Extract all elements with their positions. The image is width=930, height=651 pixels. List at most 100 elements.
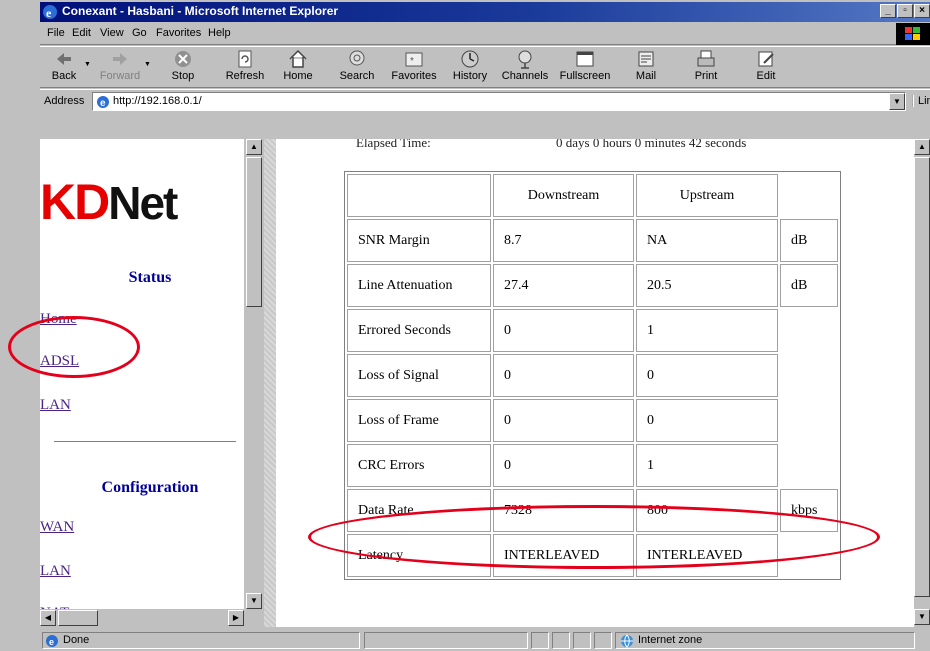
svg-text:*: * <box>410 56 414 67</box>
minimize-button[interactable]: _ <box>880 4 896 18</box>
header-upstream: Upstream <box>636 174 778 217</box>
printer-icon <box>697 50 715 67</box>
stat-label: SNR Margin <box>347 219 491 262</box>
header-cell <box>780 174 838 217</box>
refresh-label: Refresh <box>225 70 265 82</box>
highlight-oval-data-rate <box>308 505 880 569</box>
content-scroll-up-arrow-icon[interactable]: ▲ <box>914 139 930 155</box>
nav-link-lan-status[interactable]: LAN <box>40 397 71 414</box>
refresh-button[interactable]: Refresh <box>222 49 268 87</box>
upstream-value: 0 <box>636 399 778 442</box>
downstream-value: 0 <box>493 354 634 397</box>
history-label: History <box>452 70 488 82</box>
edit-button[interactable]: Edit <box>746 49 786 87</box>
section-divider <box>54 441 236 443</box>
scroll-thumb[interactable] <box>246 157 262 307</box>
stat-label: CRC Errors <box>347 444 491 487</box>
downstream-value: 0 <box>493 309 634 352</box>
status-panel <box>573 632 591 649</box>
status-panel <box>531 632 549 649</box>
menu-file[interactable]: File <box>47 27 65 39</box>
frame-splitter[interactable] <box>264 139 276 627</box>
close-button[interactable]: × <box>914 4 930 18</box>
stat-label: Loss of Signal <box>347 354 491 397</box>
menu-favorites[interactable]: Favorites <box>156 27 201 39</box>
print-button[interactable]: Print <box>686 49 726 87</box>
scroll-left-arrow-icon[interactable]: ◀ <box>40 610 56 626</box>
stat-label: Line Attenuation <box>347 264 491 307</box>
toolbar: Back ▼ Forward ▼ Stop Refresh Home Searc… <box>40 46 930 88</box>
nav-link-lan-config[interactable]: LAN <box>40 563 71 580</box>
scroll-down-arrow-icon[interactable]: ▼ <box>246 593 262 609</box>
address-dropdown-icon[interactable]: ▼ <box>889 93 905 110</box>
forward-dropdown-icon[interactable]: ▼ <box>144 61 151 68</box>
fullscreen-icon <box>576 51 594 67</box>
home-icon <box>289 49 307 68</box>
elapsed-time-label: Elapsed Time: <box>356 139 431 150</box>
table-row: Loss of Frame 0 0 <box>347 399 838 442</box>
nav-horizontal-scrollbar[interactable]: ◀ ▶ <box>40 609 264 627</box>
links-button[interactable]: Links <box>912 95 930 107</box>
unit <box>780 309 838 352</box>
back-arrow-icon <box>57 53 71 65</box>
fullscreen-label: Fullscreen <box>559 70 611 82</box>
forward-button[interactable]: Forward <box>98 49 142 87</box>
menu-help[interactable]: Help <box>208 27 231 39</box>
table-row: CRC Errors 0 1 <box>347 444 838 487</box>
channels-button[interactable]: Channels <box>500 49 550 87</box>
favorites-icon: * <box>405 52 423 67</box>
edit-icon <box>758 51 774 67</box>
internet-zone-icon <box>621 634 633 648</box>
unit <box>780 399 838 442</box>
forward-label: Forward <box>99 70 141 82</box>
content-scroll-down-arrow-icon[interactable]: ▼ <box>914 609 930 625</box>
page-done-icon: e <box>46 635 58 647</box>
table-row: Loss of Signal 0 0 <box>347 354 838 397</box>
unit: dB <box>780 264 838 307</box>
home-button[interactable]: Home <box>278 49 318 87</box>
favorites-button[interactable]: * Favorites <box>388 49 440 87</box>
status-panel-main: e Done <box>42 632 360 649</box>
downstream-value: 27.4 <box>493 264 634 307</box>
logo-net: Net <box>108 177 178 229</box>
upstream-value: 20.5 <box>636 264 778 307</box>
back-dropdown-icon[interactable]: ▼ <box>84 61 91 68</box>
menu-go[interactable]: Go <box>132 27 147 39</box>
title-bar[interactable]: e Conexant - Hasbani - Microsoft Interne… <box>40 2 930 22</box>
status-panel <box>552 632 570 649</box>
scroll-right-arrow-icon[interactable]: ▶ <box>228 610 244 626</box>
upstream-value: 0 <box>636 354 778 397</box>
nav-link-wan[interactable]: WAN <box>40 519 74 536</box>
nav-vertical-scrollbar[interactable]: ▲ ▼ <box>244 139 264 609</box>
mail-button[interactable]: Mail <box>626 49 666 87</box>
table-row: Line Attenuation 27.4 20.5 dB <box>347 264 838 307</box>
content-scroll-thumb[interactable] <box>914 157 930 597</box>
menu-view[interactable]: View <box>100 27 124 39</box>
channels-icon <box>518 50 532 69</box>
header-downstream: Downstream <box>493 174 634 217</box>
address-input[interactable]: e http://192.168.0.1/ ▼ <box>92 92 906 111</box>
fullscreen-button[interactable]: Fullscreen <box>556 49 614 87</box>
history-icon <box>461 50 479 68</box>
search-button[interactable]: Search <box>334 49 380 87</box>
content-vertical-scrollbar[interactable]: ▲ ▼ <box>914 139 930 627</box>
stop-button[interactable]: Stop <box>160 49 206 87</box>
menu-edit[interactable]: Edit <box>72 27 91 39</box>
status-text: Done <box>63 634 90 646</box>
table-row: Errored Seconds 0 1 <box>347 309 838 352</box>
print-label: Print <box>694 70 718 82</box>
search-label: Search <box>339 70 375 82</box>
scroll-up-arrow-icon[interactable]: ▲ <box>246 139 262 155</box>
back-button[interactable]: Back <box>46 49 82 87</box>
hscroll-thumb[interactable] <box>58 610 98 626</box>
favorites-label: Favorites <box>391 70 437 82</box>
stat-label: Errored Seconds <box>347 309 491 352</box>
refresh-icon <box>238 50 252 68</box>
header-cell <box>347 174 491 217</box>
history-button[interactable]: History <box>448 49 492 87</box>
upstream-value: NA <box>636 219 778 262</box>
svg-text:e: e <box>100 98 106 109</box>
maximize-button[interactable]: ▫ <box>897 4 913 18</box>
svg-text:e: e <box>49 637 54 647</box>
mail-icon <box>638 51 654 67</box>
